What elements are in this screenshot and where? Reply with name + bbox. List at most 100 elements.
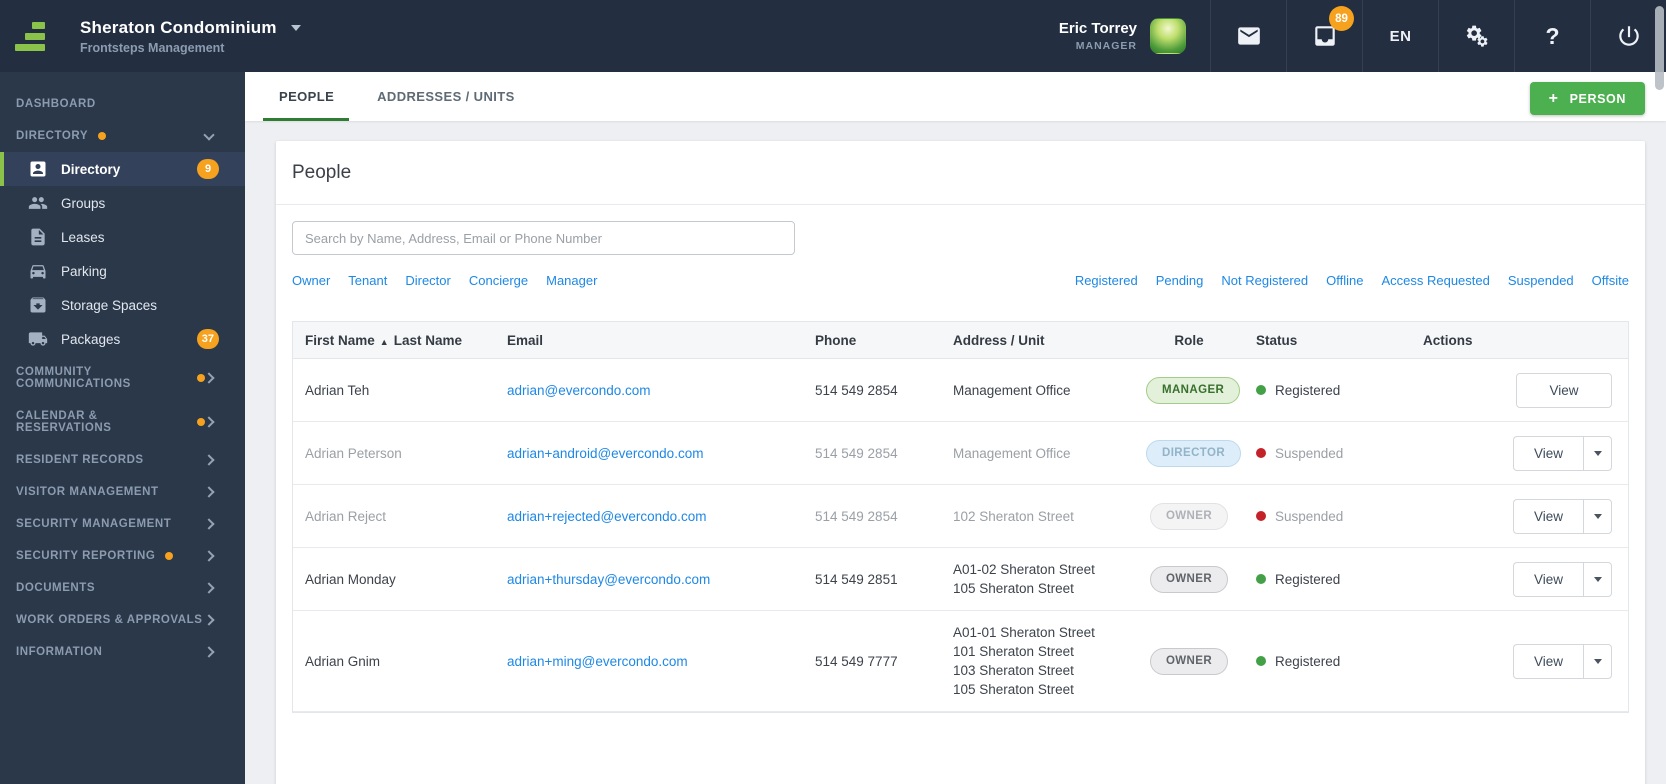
filter-link[interactable]: Access Requested: [1381, 273, 1489, 288]
sidebar-item-label: COMMUNITY COMMUNICATIONS: [16, 366, 131, 390]
sidebar-item-label: Leases: [61, 229, 105, 245]
caret-down-icon: [1593, 658, 1602, 664]
address-line: 105 Sheraton Street: [953, 581, 1074, 596]
sidebar-item[interactable]: Leases: [0, 220, 245, 254]
filter-link[interactable]: Offsite: [1592, 273, 1629, 288]
role-badge: DIRECTOR: [1146, 439, 1242, 467]
tab[interactable]: PEOPLE: [262, 72, 350, 121]
tab-bar: PEOPLE ADDRESSES / UNITS + PERSON: [245, 72, 1666, 121]
email-link[interactable]: adrian@evercondo.com: [507, 383, 651, 398]
sidebar-item[interactable]: Storage Spaces: [0, 288, 245, 322]
filter-link[interactable]: Offline: [1326, 273, 1363, 288]
sidebar-item[interactable]: RESIDENT RECORDS: [0, 444, 245, 476]
user-menu[interactable]: Eric Torrey MANAGER: [1035, 0, 1210, 72]
chevron-right-icon: [203, 372, 215, 384]
sidebar-item[interactable]: Groups: [0, 186, 245, 220]
sidebar-item[interactable]: SECURITY MANAGEMENT: [0, 508, 245, 540]
email-link[interactable]: adrian+android@evercondo.com: [507, 446, 703, 461]
sidebar-item[interactable]: DASHBOARD: [0, 88, 245, 120]
sidebar-item[interactable]: Directory 9: [0, 152, 245, 186]
email-link[interactable]: adrian+ming@evercondo.com: [507, 654, 688, 669]
sidebar-item[interactable]: Parking: [0, 254, 245, 288]
sidebar-item-label: CALENDAR & RESERVATIONS: [16, 410, 112, 434]
chevron-down-icon: [203, 128, 215, 141]
role-badge: MANAGER: [1146, 376, 1241, 404]
gears-icon: [1464, 23, 1490, 49]
view-button[interactable]: View: [1513, 435, 1583, 471]
notification-dot-icon: [165, 552, 174, 560]
frontsteps-logo-icon: [15, 21, 45, 51]
view-button[interactable]: View: [1516, 372, 1612, 408]
sidebar-item[interactable]: VISITOR MANAGEMENT: [0, 476, 245, 508]
filter-link[interactable]: Manager: [546, 273, 597, 288]
sidebar-item-label: WORK ORDERS & APPROVALS: [16, 614, 203, 626]
filter-link[interactable]: Tenant: [348, 273, 387, 288]
column-address[interactable]: Address / Unit: [941, 333, 1134, 348]
page-scrollbar[interactable]: [1655, 6, 1664, 90]
groups-icon: [28, 193, 48, 213]
sidebar-item-label: RESIDENT RECORDS: [16, 454, 144, 466]
chevron-down-icon: [290, 24, 301, 31]
sidebar-item[interactable]: INFORMATION: [0, 636, 245, 668]
filter-link[interactable]: Director: [405, 273, 451, 288]
inbox-button[interactable]: 89: [1286, 0, 1362, 72]
help-button[interactable]: ?: [1514, 0, 1590, 72]
sidebar-item[interactable]: DOCUMENTS: [0, 572, 245, 604]
sidebar-item[interactable]: COMMUNITY COMMUNICATIONS: [0, 356, 245, 400]
sidebar-item[interactable]: DIRECTORY: [0, 120, 245, 152]
person-name: Adrian Reject: [305, 508, 387, 524]
view-button[interactable]: View: [1513, 643, 1583, 679]
status-label: Registered: [1275, 382, 1341, 398]
property-selector[interactable]: Sheraton Condominium Frontsteps Manageme…: [0, 18, 301, 55]
status-label: Registered: [1275, 571, 1341, 587]
status-cell: Registered: [1244, 383, 1411, 398]
sidebar-item[interactable]: CALENDAR & RESERVATIONS: [0, 400, 245, 444]
row-actions-dropdown-button[interactable]: [1583, 643, 1612, 679]
email-link[interactable]: adrian+rejected@evercondo.com: [507, 509, 706, 524]
address-line: 103 Sheraton Street: [953, 663, 1074, 678]
status-dot-icon: [1256, 656, 1266, 666]
status-filters: Registered Pending Not Registered Offline Ac…: [1075, 273, 1629, 288]
inbox-count-badge: 89: [1329, 6, 1354, 31]
filter-bar: Owner Tenant Director Concierge Manager Regi…: [292, 273, 1629, 288]
status-dot-icon: [1256, 448, 1266, 458]
tab[interactable]: ADDRESSES / UNITS: [377, 72, 515, 121]
column-role[interactable]: Role: [1134, 333, 1244, 348]
sort-ascending-icon: ▲: [379, 336, 389, 347]
sidebar-item-label: Groups: [61, 195, 106, 211]
column-name[interactable]: First Name ▲ Last Name: [293, 333, 495, 348]
content-area: People Owner Tenant Director Concierge Manag…: [245, 121, 1666, 784]
filter-link[interactable]: Owner: [292, 273, 330, 288]
add-person-button[interactable]: + PERSON: [1529, 82, 1645, 115]
filter-link[interactable]: Not Registered: [1221, 273, 1308, 288]
address-line: A01-01 Sheraton Street: [953, 625, 1095, 640]
sidebar-item-label: SECURITY REPORTING: [16, 550, 156, 562]
column-status[interactable]: Status: [1244, 333, 1411, 348]
count-badge: 9: [197, 159, 219, 179]
row-actions-dropdown-button[interactable]: [1583, 561, 1612, 597]
settings-button[interactable]: [1438, 0, 1514, 72]
column-phone[interactable]: Phone: [803, 333, 941, 348]
sidebar-item[interactable]: WORK ORDERS & APPROVALS: [0, 604, 245, 636]
filter-link[interactable]: Pending: [1156, 273, 1204, 288]
table-body: Adrian Teh adrian@evercondo.com 514 549 …: [293, 359, 1628, 712]
row-actions-dropdown-button[interactable]: [1583, 498, 1612, 534]
column-email[interactable]: Email: [495, 333, 803, 348]
sidebar-item[interactable]: SECURITY REPORTING: [0, 540, 245, 572]
user-name: Eric Torrey: [1058, 20, 1137, 37]
view-button[interactable]: View: [1513, 498, 1583, 534]
filter-link[interactable]: Suspended: [1508, 273, 1574, 288]
address-line: 102 Sheraton Street: [953, 508, 1074, 524]
table-row: Adrian Gnim adrian+ming@evercondo.com 51…: [293, 611, 1628, 712]
messages-button[interactable]: [1210, 0, 1286, 72]
view-button[interactable]: View: [1513, 561, 1583, 597]
user-avatar[interactable]: [1150, 18, 1186, 54]
sidebar-item-label: DOCUMENTS: [16, 582, 96, 594]
filter-link[interactable]: Registered: [1075, 273, 1138, 288]
email-link[interactable]: adrian+thursday@evercondo.com: [507, 572, 710, 587]
filter-link[interactable]: Concierge: [469, 273, 528, 288]
language-selector[interactable]: EN: [1362, 0, 1438, 72]
search-input[interactable]: [292, 221, 795, 255]
row-actions-dropdown-button[interactable]: [1583, 435, 1612, 471]
sidebar-item[interactable]: Packages 37: [0, 322, 245, 356]
